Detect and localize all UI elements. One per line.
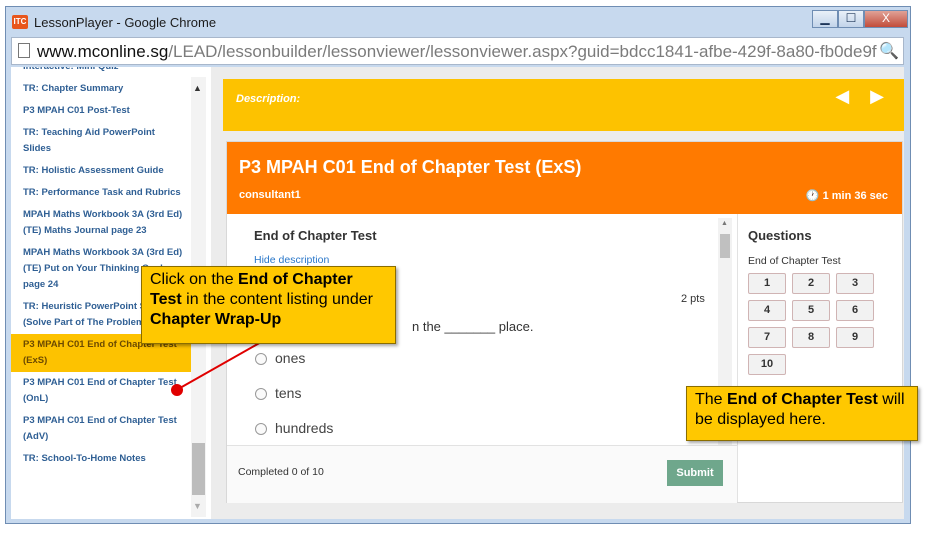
sidebar-item[interactable]: TR: Holistic Assessment Guide (11, 160, 191, 182)
timer: 🕐 1 min 36 sec (805, 190, 888, 202)
sidebar-item[interactable]: MPAH Maths Workbook 3A (3rd Ed)(TE) Math… (11, 204, 191, 242)
title-bar: ITC LessonPlayer - Google Chrome ▁ ☐ X (6, 7, 910, 37)
instruction-callout: Click on the End of Chapter Test in the … (141, 266, 396, 344)
submit-button[interactable]: Submit (667, 460, 723, 486)
callout-bold: End of Chapter Test (727, 391, 878, 408)
scroll-up-icon[interactable]: ▲ (721, 220, 728, 227)
question-number-button[interactable]: 6 (836, 300, 874, 321)
callout-text: The (695, 391, 728, 408)
prev-next-arrows-icon[interactable]: ◀ ▶ (835, 86, 892, 107)
address-bar[interactable]: www.mconline.sg/LEAD/lessonbuilder/lesso… (11, 37, 904, 65)
question-area: End of Chapter Test Hide description 2 p… (227, 214, 737, 503)
search-icon[interactable]: 🔍 (877, 41, 899, 61)
browser-window: ITC LessonPlayer - Google Chrome ▁ ☐ X w… (5, 6, 911, 524)
close-button[interactable]: X (864, 10, 908, 28)
question-number-button[interactable]: 10 (748, 354, 786, 375)
question-number-button[interactable]: 3 (836, 273, 874, 294)
radio-icon[interactable] (255, 353, 267, 366)
url-text[interactable]: www.mconline.sg/LEAD/lessonbuilder/lesso… (37, 42, 900, 62)
url-host: www.mconline.sg (37, 42, 169, 61)
question-number-button[interactable]: 7 (748, 327, 786, 348)
scrollbar-thumb[interactable] (720, 234, 730, 258)
description-bar: Description: ◀ ▶ (223, 79, 904, 131)
option-label: ones (275, 350, 306, 366)
question-number-grid: 1 2 3 4 5 6 7 8 9 10 (748, 273, 880, 381)
scroll-down-icon[interactable]: ▼ (193, 501, 202, 511)
scrollbar-thumb[interactable] (192, 443, 205, 495)
questions-title: Questions (748, 228, 812, 243)
sidebar-item[interactable]: P3 MPAH C01 Post-Test (11, 100, 191, 122)
callout-bold: Chapter Wrap-Up (150, 311, 282, 328)
question-heading: End of Chapter Test (254, 228, 377, 243)
sidebar-item[interactable]: P3 MPAH C01 End of Chapter Test (AdV) (11, 410, 191, 448)
minimize-button[interactable]: ▁ (812, 10, 838, 28)
app-icon: ITC (12, 15, 28, 29)
sidebar-item[interactable]: P3 MPAH C01 End of Chapter Test (OnL) (11, 372, 191, 410)
test-title: P3 MPAH C01 End of Chapter Test (ExS) (239, 157, 582, 177)
hide-description-link[interactable]: Hide description (254, 254, 329, 266)
sidebar-item[interactable]: TR: Performance Task and Rubrics (11, 182, 191, 204)
completion-status: Completed 0 of 10 (238, 466, 324, 478)
callout-text: in the content listing under (181, 291, 373, 308)
question-number-button[interactable]: 5 (792, 300, 830, 321)
question-number-button[interactable]: 8 (792, 327, 830, 348)
option-label: tens (275, 385, 302, 401)
questions-panel: Questions End of Chapter Test 1 2 3 4 5 … (737, 214, 902, 502)
sidebar-item[interactable]: Interactive: Mini Quiz (11, 67, 191, 78)
radio-icon[interactable] (255, 388, 267, 401)
option-ones[interactable]: ones (255, 350, 305, 366)
option-tens[interactable]: tens (255, 385, 301, 401)
test-user: consultant1 (239, 189, 301, 201)
question-footer: Completed 0 of 10 Submit (227, 445, 737, 503)
scroll-up-icon[interactable]: ▲ (193, 83, 202, 93)
result-callout: The End of Chapter Test will be displaye… (686, 386, 918, 441)
question-text: n the _______ place. (412, 319, 534, 334)
sidebar-item[interactable]: TR: School-To-Home Notes (11, 448, 191, 470)
callout-text: Click on the (150, 271, 239, 288)
sidebar-item[interactable]: TR: Chapter Summary (11, 78, 191, 100)
sidebar-item[interactable]: TR: Teaching Aid PowerPoint Slides (11, 122, 191, 160)
points-label: 2 pts (681, 293, 705, 305)
question-number-button[interactable]: 2 (792, 273, 830, 294)
option-label: hundreds (275, 420, 334, 436)
description-label: Description: (236, 93, 301, 105)
radio-icon[interactable] (255, 423, 267, 436)
window-title: LessonPlayer - Google Chrome (34, 15, 217, 30)
questions-subtitle: End of Chapter Test (748, 255, 841, 267)
page-icon (18, 43, 30, 58)
url-path: /LEAD/lessonbuilder/lessonviewer/lessonv… (168, 42, 901, 61)
question-number-button[interactable]: 9 (836, 327, 874, 348)
option-hundreds[interactable]: hundreds (255, 420, 333, 436)
question-number-button[interactable]: 1 (748, 273, 786, 294)
maximize-button[interactable]: ☐ (838, 10, 864, 28)
test-header: P3 MPAH C01 End of Chapter Test (ExS) co… (227, 142, 902, 214)
question-number-button[interactable]: 4 (748, 300, 786, 321)
